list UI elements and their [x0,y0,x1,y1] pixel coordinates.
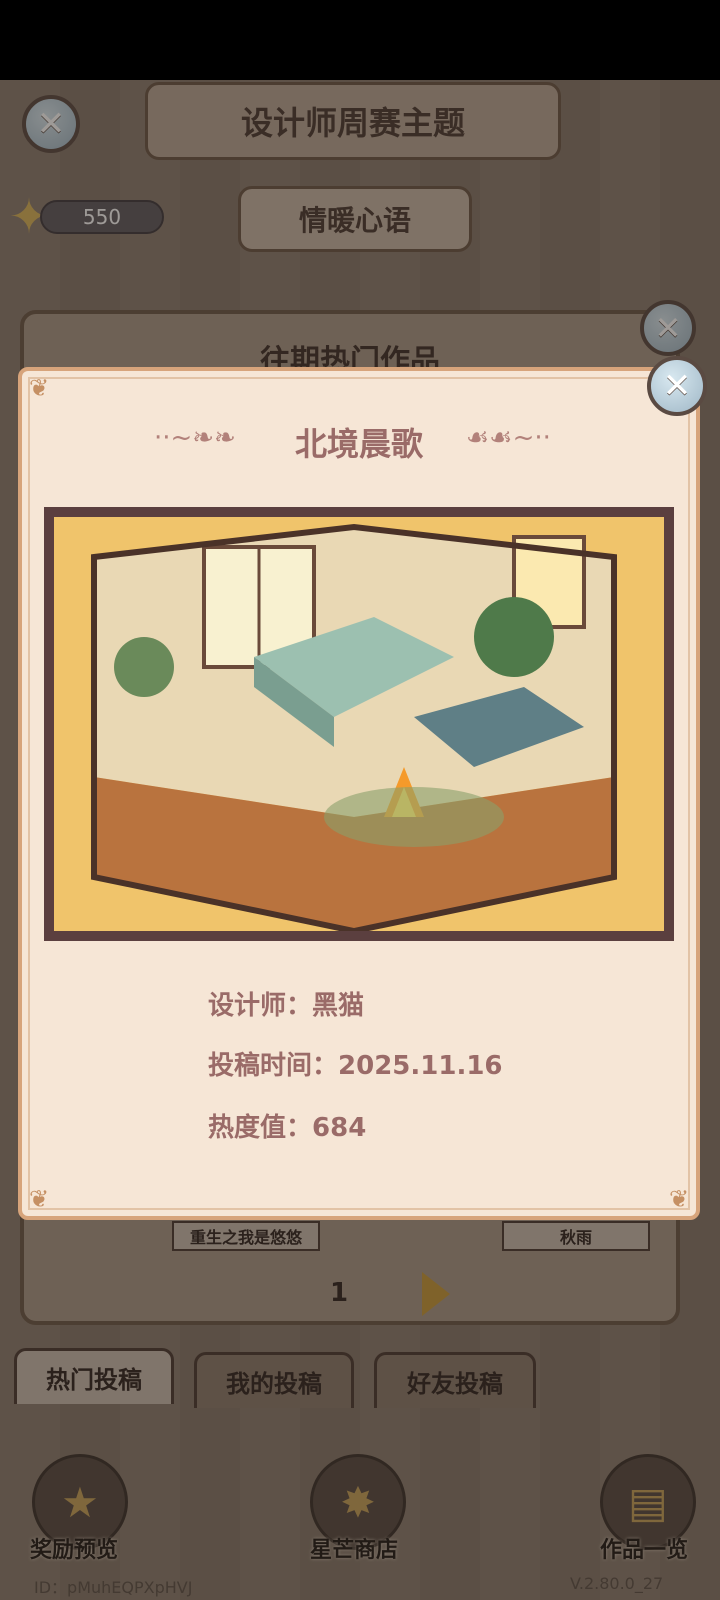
corner-ornament: ❦ [668,1185,690,1213]
modal-close-icon[interactable]: ✕ [647,356,707,416]
time-label: 投稿时间： [208,1051,339,1081]
title-ornament-right: ☙☙~·· [466,423,551,453]
designer-line: 设计师：黑猫 [208,985,364,1022]
heat-line: 热度值：684 [208,1107,366,1144]
room-illustration-svg [54,517,664,931]
corner-ornament: ❦ [28,374,50,402]
designer-value: 黑猫 [312,991,365,1021]
work-detail-modal: ❦ ❦ ❦ ❦ ··~❧❧ 北境晨歌 ☙☙~·· [18,367,700,1220]
room-illustration [54,517,664,931]
designer-label: 设计师： [208,991,313,1021]
heat-value: 684 [312,1113,367,1143]
time-line: 投稿时间：2025.11.16 [208,1045,503,1082]
corner-ornament: ❦ [28,1185,50,1213]
status-bar [0,0,720,80]
heat-label: 热度值： [208,1113,313,1143]
time-value: 2025.11.16 [338,1051,503,1081]
work-title: 北境晨歌 [294,425,423,463]
artwork-image [44,507,674,941]
